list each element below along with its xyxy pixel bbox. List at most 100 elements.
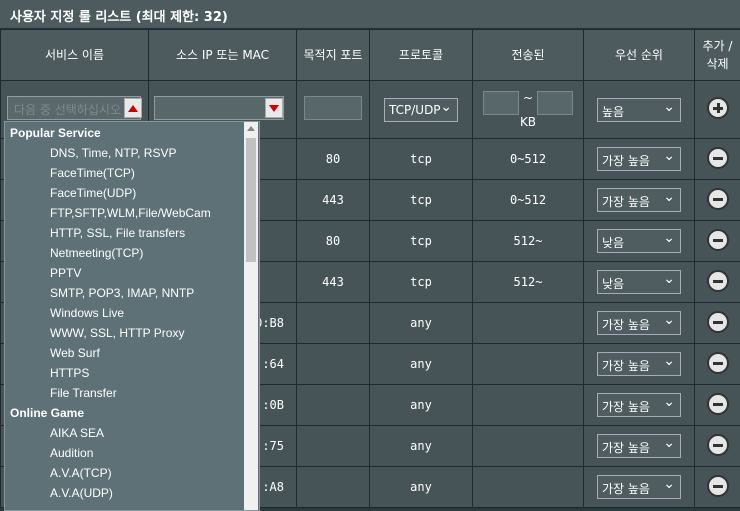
cell-port bbox=[297, 467, 370, 508]
transfer-input-cell: ~ KB bbox=[473, 81, 584, 139]
dropdown-group-online-game: Online Game bbox=[10, 406, 84, 420]
source-dropdown-button[interactable] bbox=[265, 98, 283, 118]
service-dropdown-list: Popular Service DNS, Time, NTP, RSVP FaceT… bbox=[4, 121, 260, 511]
dropdown-option[interactable]: Web Surf bbox=[50, 346, 100, 360]
dropdown-option[interactable]: Windows Live bbox=[50, 306, 124, 320]
rule-list-title-bar: 사용자 지정 룰 리스트 (최대 제한: 32) bbox=[0, 0, 740, 29]
cell-delete bbox=[695, 385, 740, 426]
cell-transferred: 0~512 bbox=[473, 139, 584, 180]
dropdown-option[interactable]: Audition bbox=[50, 446, 93, 460]
cell-port bbox=[297, 426, 370, 467]
cell-protocol: any bbox=[370, 467, 473, 508]
priority-select[interactable]: 가장 높음 bbox=[597, 188, 681, 212]
cell-delete bbox=[695, 139, 740, 180]
col-service-name: 서비스 이름 bbox=[1, 30, 149, 81]
priority-select[interactable]: 가장 높음 bbox=[597, 475, 681, 499]
transfer-unit: KB bbox=[473, 115, 583, 129]
cell-transferred: 0~512 bbox=[473, 180, 584, 221]
cell-priority: 가장 높음 bbox=[584, 139, 695, 180]
cell-priority: 낮음 bbox=[584, 262, 695, 303]
service-dropdown-button[interactable] bbox=[124, 98, 142, 118]
dropdown-option[interactable]: PPTV bbox=[50, 266, 81, 280]
priority-select[interactable]: 가장 높음 bbox=[597, 147, 681, 171]
cell-port: 443 bbox=[297, 180, 370, 221]
protocol-select[interactable]: TCP/UDP bbox=[384, 98, 458, 122]
cell-delete bbox=[695, 262, 740, 303]
dropdown-option[interactable]: A.V.A(UDP) bbox=[50, 486, 113, 500]
cell-port: 80 bbox=[297, 221, 370, 262]
dropdown-option[interactable]: SMTP, POP3, IMAP, NNTP bbox=[50, 286, 194, 300]
dropdown-option[interactable]: HTTPS bbox=[50, 366, 89, 380]
cell-protocol: tcp bbox=[370, 180, 473, 221]
cell-delete bbox=[695, 221, 740, 262]
cell-protocol: tcp bbox=[370, 262, 473, 303]
col-dest-port: 목적지 포트 bbox=[297, 30, 370, 81]
cell-protocol: any bbox=[370, 385, 473, 426]
cell-protocol: tcp bbox=[370, 139, 473, 180]
priority-select[interactable]: 가장 높음 bbox=[597, 393, 681, 417]
delete-rule-icon[interactable] bbox=[707, 188, 729, 210]
cell-port bbox=[297, 385, 370, 426]
cell-priority: 가장 높음 bbox=[584, 467, 695, 508]
dropdown-option[interactable]: DNS, Time, NTP, RSVP bbox=[50, 146, 176, 160]
cell-delete bbox=[695, 344, 740, 385]
col-add-delete: 추가 / 삭제 bbox=[695, 30, 740, 81]
cell-transferred: 512~ bbox=[473, 262, 584, 303]
dropdown-option[interactable]: WWW, SSL, HTTP Proxy bbox=[50, 326, 184, 340]
delete-rule-icon[interactable] bbox=[707, 393, 729, 415]
dropdown-option[interactable]: HTTP, SSL, File transfers bbox=[50, 226, 185, 240]
delete-rule-icon[interactable] bbox=[707, 147, 729, 169]
dropdown-option[interactable]: Netmeeting(TCP) bbox=[50, 246, 143, 260]
protocol-select-cell: TCP/UDP bbox=[370, 81, 473, 139]
priority-select[interactable]: 낮음 bbox=[597, 270, 681, 294]
delete-rule-icon[interactable] bbox=[707, 270, 729, 292]
dropdown-option[interactable]: A.V.A(TCP) bbox=[50, 466, 112, 480]
rule-list-title: 사용자 지정 룰 리스트 (최대 제한: 32) bbox=[10, 6, 228, 25]
service-placeholder: 다음 중 선택하십시오 bbox=[14, 101, 121, 118]
cell-delete bbox=[695, 303, 740, 344]
transfer-max-input[interactable] bbox=[537, 91, 573, 115]
cell-transferred: 512~ bbox=[473, 221, 584, 262]
dropdown-option[interactable]: AIKA SEA bbox=[50, 426, 104, 440]
cell-priority: 가장 높음 bbox=[584, 180, 695, 221]
dropdown-option[interactable]: File Transfer bbox=[50, 386, 117, 400]
priority-select[interactable]: 낮음 bbox=[597, 229, 681, 253]
service-name-input[interactable]: 다음 중 선택하십시오 bbox=[7, 96, 141, 120]
delete-rule-icon[interactable] bbox=[707, 434, 729, 456]
cell-transferred bbox=[473, 303, 584, 344]
dropdown-option[interactable]: FaceTime(UDP) bbox=[50, 186, 136, 200]
cell-protocol: any bbox=[370, 344, 473, 385]
cell-port bbox=[297, 303, 370, 344]
source-ip-input[interactable] bbox=[154, 96, 284, 120]
cell-priority: 낮음 bbox=[584, 221, 695, 262]
priority-select[interactable]: 높음 bbox=[597, 98, 681, 122]
transfer-min-input[interactable] bbox=[483, 91, 519, 115]
dropdown-scrollbar[interactable] bbox=[244, 122, 258, 510]
port-input[interactable] bbox=[304, 96, 362, 120]
cell-transferred bbox=[473, 467, 584, 508]
cell-transferred bbox=[473, 426, 584, 467]
cell-priority: 가장 높음 bbox=[584, 344, 695, 385]
add-rule-icon[interactable] bbox=[707, 97, 729, 119]
cell-priority: 가장 높음 bbox=[584, 385, 695, 426]
cell-transferred bbox=[473, 385, 584, 426]
delete-rule-icon[interactable] bbox=[707, 475, 729, 497]
add-cell bbox=[695, 81, 740, 139]
dropdown-option[interactable]: FTP,SFTP,WLM,File/WebCam bbox=[50, 206, 211, 220]
priority-select[interactable]: 가장 높음 bbox=[597, 311, 681, 335]
cell-protocol: any bbox=[370, 303, 473, 344]
scroll-up-icon[interactable] bbox=[247, 126, 255, 131]
cell-delete bbox=[695, 426, 740, 467]
dropdown-option[interactable]: FaceTime(TCP) bbox=[50, 166, 135, 180]
col-priority: 우선 순위 bbox=[584, 30, 695, 81]
cell-priority: 가장 높음 bbox=[584, 426, 695, 467]
dropdown-group-popular: Popular Service bbox=[10, 126, 101, 140]
delete-rule-icon[interactable] bbox=[707, 311, 729, 333]
scroll-thumb[interactable] bbox=[246, 138, 256, 262]
priority-select[interactable]: 가장 높음 bbox=[597, 434, 681, 458]
cell-protocol: tcp bbox=[370, 221, 473, 262]
cell-port: 443 bbox=[297, 262, 370, 303]
priority-select[interactable]: 가장 높음 bbox=[597, 352, 681, 376]
delete-rule-icon[interactable] bbox=[707, 352, 729, 374]
delete-rule-icon[interactable] bbox=[707, 229, 729, 251]
